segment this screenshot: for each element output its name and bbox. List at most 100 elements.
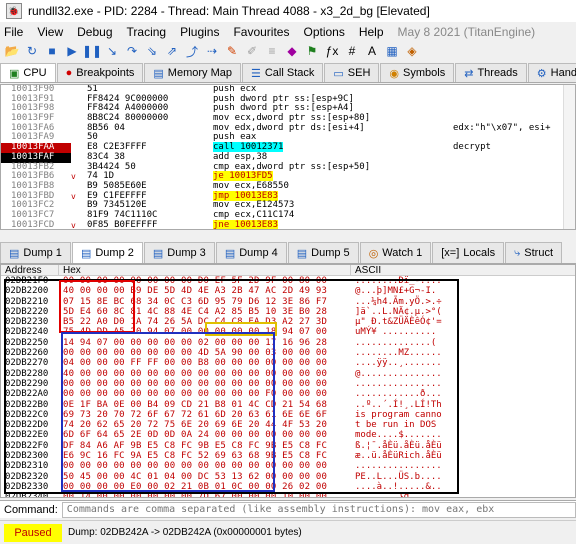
tab-threads[interactable]: ⇄ Threads (455, 63, 527, 82)
dump-row-ascii: ....ÿÿ..¸....... (355, 358, 442, 369)
dump-row[interactable]: 02DB2240 75 4D DD A5 20 94 07 00 00 00 00… (1, 327, 575, 337)
dump-icon: ▤ (296, 247, 308, 260)
menu-debug[interactable]: Debug (77, 25, 112, 39)
tab-dump-2[interactable]: ▤ Dump 2 (71, 242, 143, 263)
dump-row-hex: 00 14 00 00 00 00 00 00 7D 67 00 00 00 1… (63, 492, 328, 498)
dump-row[interactable]: 02DB2230 B5 22 A0 D0 1A 74 26 5A DC C4 C8… (1, 317, 575, 327)
main-tabs: ▣ CPU ● Breakpoints ▤ Memory Map ☰ Call Stac… (0, 63, 576, 83)
dump-row-hex: 6D 6F 64 65 2E 0D 0D 0A 24 00 00 00 00 0… (63, 430, 328, 441)
execute-till-return-icon[interactable]: ⤴ (184, 43, 200, 59)
dump-row[interactable]: 02DB2200 40 00 00 00 B9 DE 5D 4D 4E A3 2B… (1, 286, 575, 296)
trace-into-icon[interactable]: ⇘ (144, 43, 160, 59)
toolbar: 📂 ↻ ■ ▶ ❚❚ ↘ ↷ ⇘ ⇗ ⤴ ⇢ ✎ ✐ ≡ ◆ ⚑ ƒx # A … (0, 41, 576, 61)
dump-row[interactable]: 02DB22F0 DF 84 A6 AF 9B E5 C8 FC 9B E5 C8… (1, 441, 575, 451)
dump-row[interactable]: 02DB2290 00 00 00 00 00 00 00 00 00 00 00… (1, 379, 575, 389)
patch-icon[interactable]: ✐ (244, 43, 260, 59)
menu-bar: File View Debug Tracing Plugins Favourit… (0, 22, 576, 41)
trace-over-icon[interactable]: ⇗ (164, 43, 180, 59)
dump-row[interactable]: 02DB22A0 00 00 00 00 00 00 00 00 00 00 00… (1, 389, 575, 399)
header-hex: Hex (59, 265, 351, 276)
dump-row-ascii: ........}g...... (355, 492, 442, 498)
dump-row[interactable]: 02DB2270 04 00 00 00 FF FF 00 00 B8 00 00… (1, 358, 575, 368)
menu-favourites[interactable]: Favourites (233, 25, 289, 39)
menu-plugins[interactable]: Plugins (180, 25, 219, 39)
bookmark-icon[interactable]: ⚑ (304, 43, 320, 59)
menu-options[interactable]: Options (303, 25, 344, 39)
tab-dump-5[interactable]: ▤ Dump 5 (287, 242, 359, 263)
dump-row-ascii: PE..L...ÜS.b.... (355, 471, 442, 482)
command-input[interactable] (61, 501, 576, 518)
font-icon[interactable]: A (364, 43, 380, 59)
tab-locals[interactable]: [x=] Locals (432, 242, 505, 263)
disassembly-view[interactable]: 10013F90 51 push ecx 10013F91 FF8424 9C0000… (0, 84, 576, 230)
calculator-icon[interactable]: ▦ (384, 43, 400, 59)
dump-row[interactable]: 02DB2250 14 94 07 00 00 00 00 00 02 00 00… (1, 338, 575, 348)
menu-tracing[interactable]: Tracing (127, 25, 167, 39)
disasm-scrollbar[interactable] (563, 85, 575, 229)
dump-row-hex: 07 15 8E BC 68 34 0C C3 6D 95 79 D6 12 3… (63, 296, 328, 307)
dump-row-address: 02DB22F0 (5, 440, 49, 451)
dump-row-hex: 04 00 00 00 FF FF 00 00 B8 00 00 00 00 0… (63, 358, 328, 369)
dump-row-hex: 14 94 07 00 00 00 00 00 02 00 00 00 17 1… (63, 337, 328, 348)
dump-row[interactable]: 02DB2330 00 00 00 00 E0 00 02 21 0B 01 0C… (1, 482, 575, 492)
menu-view[interactable]: View (37, 25, 63, 39)
dump-row[interactable]: 02DB2280 40 00 00 00 00 00 00 00 00 00 00… (1, 369, 575, 379)
dump-view[interactable]: Address Hex ASCII 02DB21F0 00 00 00 00 00… (0, 264, 576, 498)
open-icon[interactable]: 📂 (4, 43, 20, 59)
tab-call-stack[interactable]: ☰ Call Stack (241, 63, 324, 82)
dump-row[interactable]: 02DB22C0 69 73 20 70 72 6F 67 72 61 6D 20… (1, 410, 575, 420)
hash-icon[interactable]: # (344, 43, 360, 59)
status-badge: Paused (4, 523, 62, 542)
dump-row[interactable]: 02DB2320 50 45 00 00 4C 01 04 00 DC 53 13… (1, 472, 575, 482)
dump-row[interactable]: 02DB22D0 74 20 62 65 20 72 75 6E 20 69 6E… (1, 420, 575, 430)
dump-row[interactable]: 02DB2300 E6 9C 16 FC 9A E5 C8 FC 52 69 63… (1, 451, 575, 461)
dump-row[interactable]: 02DB2260 00 00 00 00 00 00 00 00 4D 5A 90… (1, 348, 575, 358)
stop-icon[interactable]: ■ (44, 43, 60, 59)
step-into-icon[interactable]: ↘ (104, 43, 120, 59)
dump-row[interactable]: 02DB2310 00 00 00 00 00 00 00 00 00 00 00… (1, 461, 575, 471)
dump-row[interactable]: 02DB2210 07 15 8E BC 68 34 0C C3 6D 95 79… (1, 297, 575, 307)
build-date: May 8 2021 (TitanEngine) (397, 24, 536, 39)
dump-row[interactable]: 02DB22E0 6D 6F 64 65 2E 0D 0D 0A 24 00 00… (1, 430, 575, 440)
step-over-icon[interactable]: ↷ (124, 43, 140, 59)
function-icon[interactable]: ƒx (324, 43, 340, 59)
dump-row[interactable]: 02DB2220 5D E4 60 8C 81 4C 88 4E C4 A2 85… (1, 307, 575, 317)
run-icon[interactable]: ▶ (64, 43, 80, 59)
tab-dump-4[interactable]: ▤ Dump 4 (215, 242, 287, 263)
tab-dump-1[interactable]: ▤ Dump 1 (0, 242, 71, 263)
restart-icon[interactable]: ↻ (24, 43, 40, 59)
dump-row-hex: 0E 1F BA 0E 00 B4 09 CD 21 B8 01 4C CD 2… (63, 399, 328, 410)
tab-handles[interactable]: ⚙Handles (527, 63, 576, 82)
dump-row-ascii: ................ (355, 378, 442, 389)
dump-row-ascii: t be run in DOS (355, 420, 437, 431)
tab-seh[interactable]: ▭ SEH (324, 63, 380, 82)
dump-row-ascii: @...þ]MN£+G¬-I. (355, 286, 437, 297)
tab-dump-3[interactable]: ▤ Dump 3 (143, 242, 215, 263)
disasm-row[interactable]: 10013FCD v 0F85 B0FEFFFF jne 10013E83 (1, 219, 575, 229)
menu-file[interactable]: File (4, 25, 23, 39)
dump-row-address: 02DB2220 (5, 306, 49, 317)
label-icon[interactable]: ◆ (284, 43, 300, 59)
menu-help[interactable]: Help (359, 25, 384, 39)
tab-breakpoints[interactable]: ● Breakpoints (56, 63, 144, 82)
dump-row[interactable]: 02DB22B0 0E 1F BA 0E 00 B4 09 CD 21 B8 01… (1, 400, 575, 410)
dump-row-address: 02DB22B0 (5, 399, 49, 410)
tab-symbols[interactable]: ◉ Symbols (380, 63, 455, 82)
dump-header: Address Hex ASCII (1, 265, 575, 276)
dump-row-ascii: is program canno (355, 409, 442, 420)
dump-icon: ▤ (9, 247, 20, 260)
tab-memory-map[interactable]: ▤ Memory Map (144, 63, 241, 82)
tab-cpu[interactable]: ▣ CPU (0, 63, 56, 82)
tab-struct[interactable]: ⤷ Struct (505, 242, 562, 263)
dump-row[interactable]: 02DB2340 00 14 00 00 00 00 00 00 7D 67 00… (1, 492, 575, 498)
run-to-user-code-icon[interactable]: ⇢ (204, 43, 220, 59)
command-bar: Command: (0, 500, 576, 518)
dump-row[interactable]: 02DB21F0 00 00 00 00 00 00 00 00 D0 EF 5F… (1, 276, 575, 286)
tab-watch-1[interactable]: ◎ Watch 1 (359, 242, 432, 263)
pause-icon[interactable]: ❚❚ (82, 43, 102, 59)
highlight-icon[interactable]: ✎ (224, 43, 240, 59)
call-stack-icon: ☰ (250, 67, 261, 80)
command-label: Command: (4, 503, 58, 516)
cube-icon[interactable]: ◈ (404, 43, 420, 59)
comment-icon[interactable]: ≡ (264, 43, 280, 59)
